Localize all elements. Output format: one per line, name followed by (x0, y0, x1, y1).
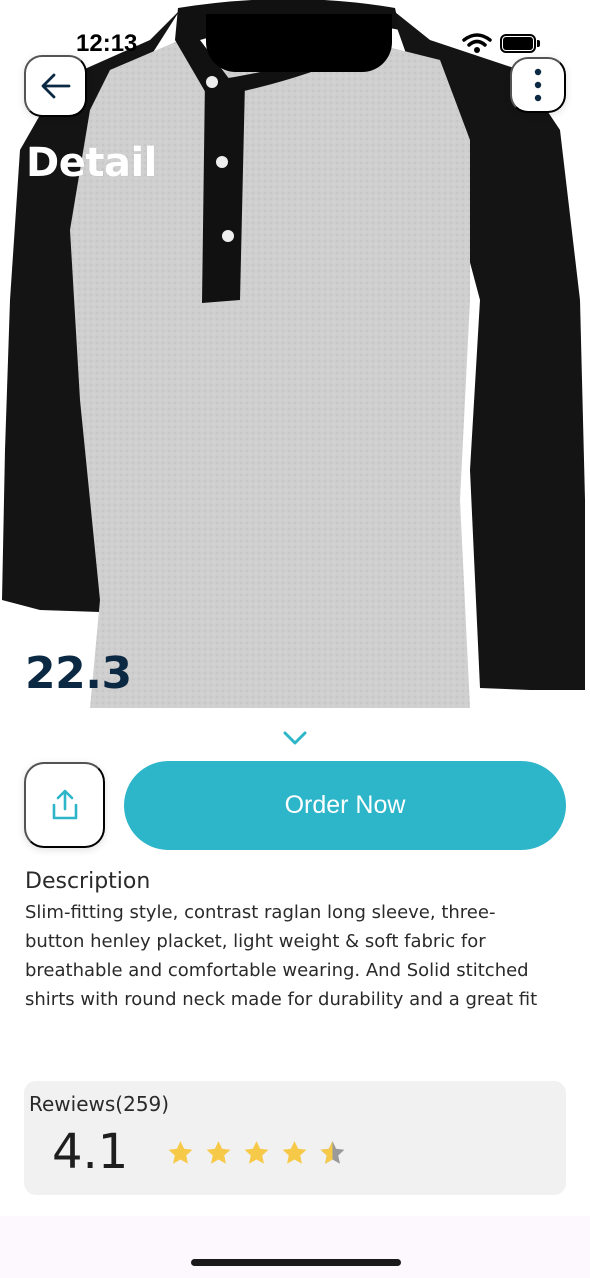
reviews-title: Rewiews(259) (29, 1092, 170, 1116)
battery-icon (500, 34, 540, 53)
share-button[interactable] (24, 762, 105, 848)
camera-notch (206, 14, 392, 72)
arrow-left-icon (41, 73, 70, 99)
share-icon (52, 789, 77, 820)
wifi-icon (462, 33, 492, 53)
order-now-button[interactable]: Order Now (124, 761, 566, 850)
star-icon (206, 1141, 231, 1164)
bottom-safe-area (0, 1216, 590, 1278)
star-icon (244, 1141, 269, 1164)
reviews-card[interactable]: Rewiews(259) 4.1 (24, 1081, 566, 1195)
star-rating (166, 1139, 347, 1167)
description-line: breathable and comfortable wearing. And … (25, 960, 529, 981)
rating-value: 4.1 (52, 1124, 129, 1180)
description-text: Slim-fitting style, contrast raglan long… (25, 898, 573, 1014)
half-star-icon (320, 1141, 345, 1164)
star-icon (282, 1141, 307, 1164)
chevron-down-icon[interactable] (282, 730, 308, 746)
status-time: 12:13 (76, 30, 138, 57)
description-heading: Description (25, 869, 151, 894)
description-line: shirts with round neck made for durabili… (25, 989, 538, 1010)
product-image (0, 0, 590, 708)
shirt-illustration (2, 0, 585, 708)
star-icon (168, 1141, 193, 1164)
back-button[interactable] (24, 55, 87, 117)
product-price: 22.3 (25, 648, 132, 699)
page-title: Detail (26, 140, 157, 186)
description-line: Slim-fitting style, contrast raglan long… (25, 902, 496, 923)
more-vertical-icon (534, 68, 542, 102)
description-line: button henley placket, light weight & so… (25, 931, 486, 952)
more-options-button[interactable] (510, 57, 566, 113)
home-indicator[interactable] (191, 1259, 401, 1266)
